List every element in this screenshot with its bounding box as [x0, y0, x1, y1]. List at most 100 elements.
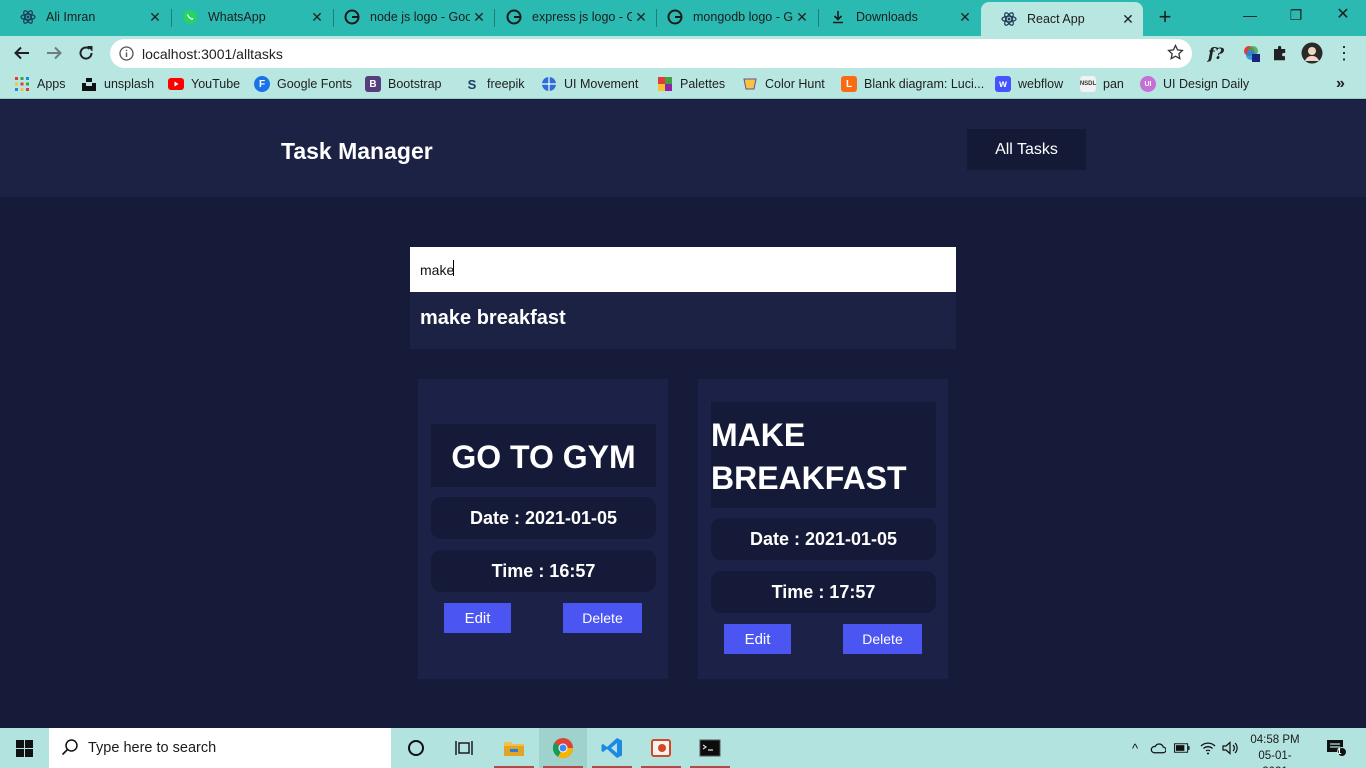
- minimize-icon[interactable]: —: [1239, 4, 1261, 26]
- close-icon[interactable]: ✕: [956, 8, 974, 26]
- whatsapp-icon: [182, 9, 198, 25]
- app-brand[interactable]: Task Manager: [281, 138, 433, 165]
- delete-button[interactable]: Delete: [563, 603, 642, 633]
- edit-button[interactable]: Edit: [724, 624, 791, 654]
- bookmark-pan[interactable]: NSDL pan: [1080, 75, 1124, 93]
- forward-arrow-icon[interactable]: [42, 41, 66, 65]
- notification-count: 1: [1337, 747, 1342, 756]
- browser-tab[interactable]: Downloads ✕: [810, 0, 980, 34]
- chrome-icon[interactable]: [539, 728, 587, 768]
- kebab-menu-icon[interactable]: ⋮: [1333, 42, 1355, 64]
- search-suggestion[interactable]: make breakfast: [410, 292, 956, 349]
- font-extension-icon[interactable]: f?: [1205, 42, 1227, 64]
- bookmark-label: UI Design Daily: [1163, 77, 1250, 91]
- task-time: Time : 17:57: [711, 571, 936, 613]
- browser-tab[interactable]: Ali Imran ✕: [0, 0, 170, 34]
- site-info-icon[interactable]: [119, 46, 134, 66]
- tab-title: node js logo - Goo: [370, 10, 470, 24]
- bookmark-color-hunt[interactable]: Color Hunt: [742, 75, 825, 93]
- close-window-icon[interactable]: ✕: [1332, 4, 1354, 26]
- close-icon[interactable]: ✕: [1119, 10, 1137, 28]
- volume-icon[interactable]: [1222, 740, 1238, 756]
- taskbar-search-box[interactable]: Type here to search: [49, 728, 391, 768]
- bookmark-star-icon[interactable]: [1167, 43, 1184, 66]
- task-view-icon[interactable]: [440, 728, 488, 768]
- onedrive-cloud-icon[interactable]: [1150, 740, 1166, 756]
- bookmark-palettes[interactable]: Palettes: [657, 75, 725, 93]
- taskbar-search-placeholder: Type here to search: [88, 740, 217, 756]
- color-extension-icon[interactable]: [1240, 42, 1262, 64]
- bookmark-label: Google Fonts: [277, 77, 353, 91]
- powerpoint-icon[interactable]: [637, 728, 685, 768]
- url-text: localhost:3001/alltasks: [142, 46, 283, 62]
- wifi-icon[interactable]: [1200, 740, 1216, 756]
- delete-button[interactable]: Delete: [843, 624, 922, 654]
- download-icon: [830, 9, 846, 25]
- all-tasks-link[interactable]: All Tasks: [967, 129, 1086, 170]
- app-header: Task Manager All Tasks: [0, 100, 1366, 197]
- system-clock[interactable]: 04:58 PM 05-01-2021: [1247, 732, 1303, 768]
- bookmark-webflow[interactable]: w webflow: [995, 75, 1063, 93]
- bookmark-label: webflow: [1018, 77, 1064, 91]
- bookmarks-bar: Apps unsplash YouTube F Google Fonts B B…: [0, 70, 1366, 99]
- task-time: Time : 16:57: [431, 550, 656, 592]
- text-caret: [453, 260, 454, 276]
- vscode-icon[interactable]: [588, 728, 636, 768]
- bookmark-unsplash[interactable]: unsplash: [81, 75, 154, 93]
- google-fonts-icon: F: [254, 76, 270, 92]
- apps-grid-icon: [14, 76, 30, 92]
- profile-avatar[interactable]: [1301, 42, 1323, 64]
- unsplash-icon: [81, 76, 97, 92]
- bookmark-label: Palettes: [680, 77, 726, 91]
- bookmark-apps[interactable]: Apps: [14, 75, 66, 93]
- palettes-icon: [657, 76, 673, 92]
- close-icon[interactable]: ✕: [793, 8, 811, 26]
- edit-button[interactable]: Edit: [444, 603, 511, 633]
- bookmark-label: freepik: [487, 77, 525, 91]
- freepik-icon: S: [467, 76, 477, 92]
- magnifier-icon: [61, 738, 79, 760]
- google-icon: [344, 9, 360, 25]
- bookmark-bootstrap[interactable]: B Bootstrap: [365, 75, 442, 93]
- search-input[interactable]: [410, 247, 956, 292]
- notification-center-icon[interactable]: 1: [1324, 738, 1348, 758]
- browser-tab[interactable]: WhatsApp ✕: [162, 0, 332, 34]
- task-card: MAKE BREAKFAST Date : 2021-01-05 Time : …: [698, 379, 948, 679]
- browser-tab[interactable]: mongodb logo - G ✕: [647, 0, 817, 34]
- cortana-icon[interactable]: [392, 728, 440, 768]
- webflow-icon: w: [995, 76, 1011, 92]
- bookmark-ui-movement[interactable]: UI Movement: [541, 75, 638, 93]
- browser-tab-active[interactable]: React App ✕: [981, 2, 1143, 36]
- reload-icon[interactable]: [74, 41, 98, 65]
- color-hunt-icon: [742, 76, 758, 92]
- bookmark-ui-design-daily[interactable]: UI UI Design Daily: [1140, 75, 1249, 93]
- tab-title: mongodb logo - G: [693, 10, 793, 24]
- terminal-icon[interactable]: [686, 728, 734, 768]
- lucidchart-icon: L: [841, 76, 857, 92]
- bookmark-freepik[interactable]: S freepik: [464, 75, 525, 93]
- address-bar[interactable]: localhost:3001/alltasks: [110, 39, 1192, 68]
- windows-start-icon[interactable]: [0, 728, 48, 768]
- bookmark-label: YouTube: [191, 77, 241, 91]
- browser-tab[interactable]: express js logo - G ✕: [486, 0, 656, 34]
- bookmark-label: pan: [1103, 77, 1124, 91]
- task-card: GO TO GYM Date : 2021-01-05 Time : 16:57…: [418, 379, 668, 679]
- browser-tab[interactable]: node js logo - Goo ✕: [324, 0, 494, 34]
- extensions-puzzle-icon[interactable]: [1269, 42, 1291, 64]
- bootstrap-icon: B: [365, 76, 381, 92]
- back-arrow-icon[interactable]: [10, 41, 34, 65]
- bookmark-lucidchart[interactable]: L Blank diagram: Luci...: [841, 75, 984, 93]
- file-explorer-icon[interactable]: [490, 728, 538, 768]
- battery-icon[interactable]: [1174, 740, 1190, 756]
- more-bookmarks-icon[interactable]: »: [1336, 75, 1345, 93]
- restore-icon[interactable]: ❐: [1285, 4, 1307, 26]
- google-icon: [506, 9, 522, 25]
- react-icon: [20, 9, 36, 25]
- bookmark-google-fonts[interactable]: F Google Fonts: [254, 75, 352, 93]
- google-icon: [667, 9, 683, 25]
- bookmark-label: Blank diagram: Luci...: [864, 77, 985, 91]
- bookmark-youtube[interactable]: YouTube: [168, 75, 240, 93]
- nsdl-icon: NSDL: [1080, 76, 1096, 92]
- new-tab-button[interactable]: +: [1155, 6, 1175, 28]
- show-hidden-icons-chevron[interactable]: ^: [1127, 740, 1143, 756]
